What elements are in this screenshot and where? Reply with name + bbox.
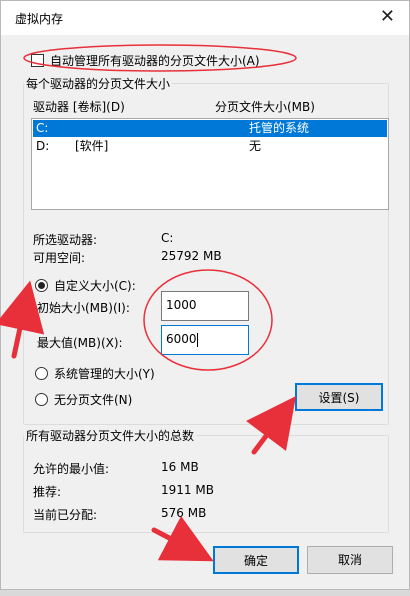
custom-size-label: 自定义大小(C): [54, 279, 136, 293]
no-paging-label: 无分页文件(N) [54, 393, 133, 407]
drive-letter: C: [36, 121, 49, 135]
free-space-label: 可用空间: [33, 251, 86, 265]
drive-list[interactable]: C: 托管的系统 D: [软件] 无 [31, 118, 389, 210]
window-title: 虚拟内存 [15, 12, 64, 26]
selected-drive-value: C: [161, 231, 174, 245]
drive-row-d[interactable]: D: [软件] 无 [33, 138, 387, 155]
system-managed-option[interactable]: 系统管理的大小(Y) [35, 365, 155, 382]
auto-manage-row[interactable]: 自动管理所有驱动器的分页文件大小(A) [31, 52, 260, 69]
paging-group-legend: 每个驱动器的分页文件大小 [24, 75, 173, 92]
total-group-legend: 所有驱动器分页文件大小的总数 [24, 427, 197, 444]
initial-size-label: 初始大小(MB)(I): [37, 301, 130, 315]
selected-drive-label: 所选驱动器: [33, 233, 98, 247]
drive-paging-size: 托管的系统 [249, 121, 310, 135]
auto-manage-label: 自动管理所有驱动器的分页文件大小(A) [50, 54, 260, 68]
recommended-label: 推荐: [33, 485, 62, 499]
allocated-value: 576 MB [161, 506, 207, 520]
ok-button[interactable]: 确定 [213, 546, 299, 574]
system-managed-radio[interactable] [35, 367, 48, 380]
custom-size-option[interactable]: 自定义大小(C): [35, 277, 136, 294]
auto-manage-checkbox[interactable] [31, 54, 44, 67]
title-bar: 虚拟内存 ✕ [1, 1, 409, 35]
max-size-label: 最大值(MB)(X): [37, 336, 123, 350]
custom-size-radio[interactable] [35, 279, 48, 292]
close-icon[interactable]: ✕ [380, 5, 395, 29]
no-paging-option[interactable]: 无分页文件(N) [35, 391, 132, 408]
min-allowed-label: 允许的最小值: [33, 462, 110, 476]
initial-size-input[interactable]: 1000 [161, 291, 249, 321]
cancel-button[interactable]: 取消 [307, 546, 393, 574]
text-caret [196, 332, 198, 347]
min-allowed-value: 16 MB [161, 460, 199, 474]
allocated-label: 当前已分配: [33, 508, 98, 522]
drive-volume-label: [软件] [75, 139, 109, 153]
drive-paging-size: 无 [249, 139, 262, 153]
drive-row-c[interactable]: C: 托管的系统 [33, 120, 387, 137]
set-button[interactable]: 设置(S) [295, 383, 383, 411]
initial-size-value: 1000 [166, 298, 197, 312]
drive-letter: D: [36, 139, 50, 153]
column-header-drive: 驱动器 [卷标](D) [33, 100, 125, 114]
no-paging-radio[interactable] [35, 393, 48, 406]
free-space-value: 25792 MB [161, 249, 222, 263]
column-header-size: 分页文件大小(MB) [215, 100, 315, 114]
system-managed-label: 系统管理的大小(Y) [54, 367, 155, 381]
max-size-value: 6000 [166, 332, 197, 346]
background-strip [0, 590, 410, 596]
virtual-memory-dialog: 虚拟内存 ✕ 自动管理所有驱动器的分页文件大小(A) 每个驱动器的分页文件大小 … [0, 0, 410, 590]
recommended-value: 1911 MB [161, 483, 214, 497]
max-size-input[interactable]: 6000 [161, 325, 249, 355]
